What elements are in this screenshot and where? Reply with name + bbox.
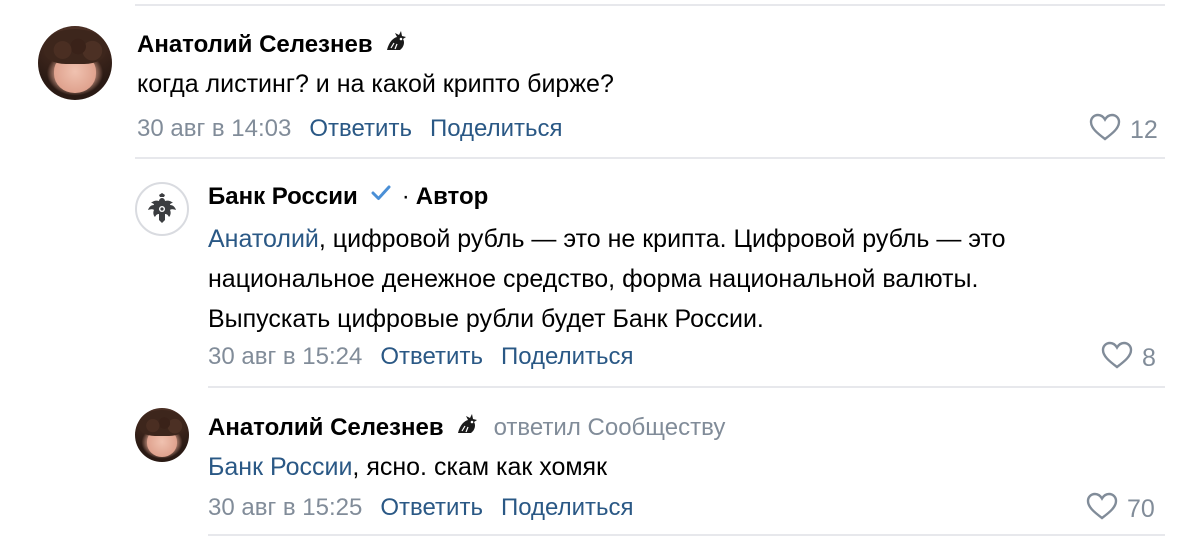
like-count: 12 (1130, 116, 1158, 144)
mention-link[interactable]: Банк России (208, 453, 352, 481)
comment-thread: Анатолий Селезнев когда листинг? и на ка… (0, 0, 1200, 540)
comment-text: Банк России, ясно. скам как хомяк (208, 447, 607, 487)
author-name[interactable]: Анатолий Селезнев (208, 414, 444, 442)
comment-date[interactable]: 30 авг в 15:24 (208, 343, 362, 371)
comment-date[interactable]: 30 авг в 14:03 (137, 115, 291, 143)
dragon-emoji-icon (383, 28, 409, 61)
comment-author[interactable]: Банк России · Автор (208, 182, 488, 211)
comment-author[interactable]: Анатолий Селезнев (137, 28, 409, 61)
reply-button[interactable]: Ответить (309, 115, 412, 143)
comment-text-line: Анатолий, цифровой рубль — это не крипта… (208, 219, 1006, 259)
like-button[interactable]: 8 (1100, 340, 1156, 377)
reply-button[interactable]: Ответить (380, 343, 483, 371)
double-eagle-emblem-icon (148, 193, 176, 223)
heart-icon (1100, 340, 1134, 377)
comment-date[interactable]: 30 авг в 15:25 (208, 494, 362, 522)
avatar[interactable] (135, 182, 189, 236)
comment-text: Анатолий, цифровой рубль — это не крипта… (208, 219, 1006, 339)
like-count: 8 (1142, 344, 1156, 372)
author-label: Автор (415, 182, 489, 210)
share-button[interactable]: Поделиться (430, 115, 563, 143)
avatar[interactable] (135, 408, 189, 462)
comment-meta: 30 авг в 15:25 Ответить Поделиться (208, 494, 633, 522)
like-button[interactable]: 70 (1085, 491, 1155, 528)
avatar[interactable] (38, 26, 112, 100)
verified-check-icon (370, 182, 392, 211)
divider (135, 157, 1165, 159)
like-count: 70 (1127, 495, 1155, 523)
divider (208, 386, 1165, 388)
comment-text-line: Выпускать цифровые рубли будет Банк Росс… (208, 305, 764, 333)
comment-text-line: национальное денежное средство, форма на… (208, 265, 979, 293)
comment-author[interactable]: Анатолий Селезнев ответил Сообществу (208, 411, 725, 444)
divider (135, 4, 1165, 6)
comment-text: когда листинг? и на какой крипто бирже? (137, 70, 614, 98)
divider (208, 534, 1165, 536)
like-button[interactable]: 12 (1088, 112, 1158, 149)
author-name[interactable]: Банк России (208, 183, 358, 211)
comment-text-fragment: , ясно. скам как хомяк (352, 453, 608, 481)
dragon-emoji-icon (454, 411, 480, 444)
comment-meta: 30 авг в 14:03 Ответить Поделиться (137, 115, 562, 143)
replied-to-label[interactable]: ответил Сообществу (494, 414, 726, 442)
comment-text-fragment: , цифровой рубль — это не крипта. Цифров… (318, 225, 1006, 253)
heart-icon (1088, 112, 1122, 149)
share-button[interactable]: Поделиться (501, 494, 634, 522)
reply-button[interactable]: Ответить (380, 494, 483, 522)
separator-dot: · (401, 182, 410, 210)
author-name[interactable]: Анатолий Селезнев (137, 31, 373, 59)
share-button[interactable]: Поделиться (501, 343, 634, 371)
mention-link[interactable]: Анатолий (208, 225, 319, 253)
heart-icon (1085, 491, 1119, 528)
comment-meta: 30 авг в 15:24 Ответить Поделиться (208, 343, 633, 371)
